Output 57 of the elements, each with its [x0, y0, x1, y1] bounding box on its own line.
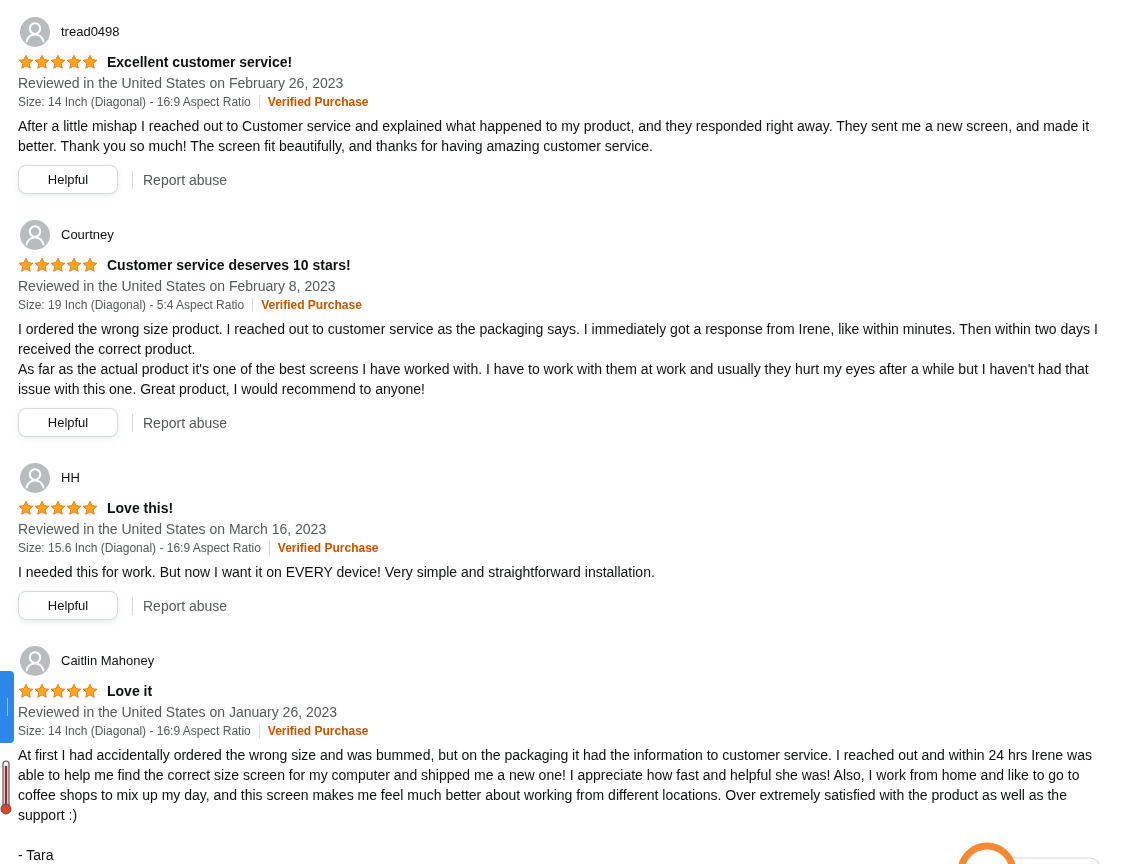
- review-date: Reviewed in the United States on January 26, 2023: [18, 703, 339, 722]
- variant-info: Size: 14 Inch (Diagonal) - 16:9 Aspect Ratio: [18, 94, 251, 111]
- reviewer-name: HH: [61, 469, 80, 487]
- star-icon: [18, 257, 34, 273]
- avatar-icon: [20, 17, 50, 47]
- star-icon: [50, 257, 66, 273]
- star-icon: [50, 500, 66, 516]
- verified-purchase-label: Verified Purchase: [277, 540, 379, 557]
- star-icon: [34, 500, 50, 516]
- review-title: Customer service deserves 10 stars!: [107, 256, 351, 274]
- star-icon: [82, 683, 98, 699]
- star-icon: [50, 54, 66, 70]
- star-icon: [66, 257, 82, 273]
- review-text: At first I had accidentally ordered the wrong size and was bummed, but on the packaging it had the information to customer service. I reached out and within 24 hrs Irene was able to help me find the correct size screen for my computer and shipped me a new one! I appreciate how fast and helpful she was! Also, I work from home and like to go to coffee shops to mix up my day, and this screen makes me feel much better about working from different locations. Over extremely satisfied with the product as well as the support :): [18, 746, 1093, 825]
- verified-purchase-label: Verified Purchase: [261, 297, 362, 314]
- star-icon: [50, 683, 66, 699]
- review-title: Love this!: [107, 499, 174, 517]
- reviewer-name: Courtney: [61, 226, 114, 244]
- review-date: Reviewed in the United States on March 16, 2023: [18, 520, 328, 539]
- star-icon: [66, 54, 82, 70]
- variant-info: Size: 19 Inch (Diagonal) - 5:4 Aspect Ratio: [18, 297, 245, 314]
- review-text: I needed this for work. But now I want it on EVERY device! Very simple and straightforward installation.: [18, 563, 656, 582]
- verified-purchase-label: Verified Purchase: [267, 94, 369, 111]
- star-icon: [66, 500, 82, 516]
- reviewer-name: Caitlin Mahoney: [61, 652, 155, 670]
- report-abuse-link[interactable]: Report abuse: [143, 595, 228, 616]
- star-icon: [18, 54, 34, 70]
- star-icon: [34, 683, 50, 699]
- verified-purchase-label: Verified Purchase: [267, 723, 369, 740]
- review-text: I ordered the wrong size product. I reached out to customer service as the packaging says. I immediately got a response from Irene, like within minutes. Then within two days I received the correct product. As far as the actual product it's one of the best screens I have worked with. I have to work with them at work and usually they hurt my eyes after a while but I haven't had that issue with this one. Great product, I would recommend to anyone!: [18, 320, 1099, 399]
- helpful-button[interactable]: Helpful: [18, 408, 118, 437]
- star-icon: [34, 54, 50, 70]
- star-icon: [66, 683, 82, 699]
- reviewer-name: tread0498: [61, 23, 120, 41]
- helpful-button[interactable]: Helpful: [18, 165, 118, 194]
- star-icon: [18, 683, 34, 699]
- report-abuse-link[interactable]: Report abuse: [143, 412, 228, 433]
- review-signature: - Tara: [18, 846, 54, 864]
- avatar-icon: [20, 463, 50, 493]
- star-icon: [82, 500, 98, 516]
- star-icon: [82, 257, 98, 273]
- review-text: After a little mishap I reached out to Customer service and explained what happened to my product, and they responded right away. They sent me a new screen, and made it better. Thank you so much! The screen fit beautifully, and thanks for having amazing customer service.: [18, 117, 1091, 156]
- variant-info: Size: 14 Inch (Diagonal) - 16:9 Aspect Ratio: [18, 723, 251, 740]
- avatar-icon: [20, 646, 50, 676]
- star-icon: [34, 257, 50, 273]
- star-icon: [82, 54, 98, 70]
- review-date: Reviewed in the United States on February 8, 2023: [18, 277, 337, 296]
- side-tab[interactable]: [0, 671, 14, 743]
- star-icon: [18, 500, 34, 516]
- variant-info: Size: 15.6 Inch (Diagonal) - 16:9 Aspect Ratio: [18, 540, 261, 557]
- floating-widget-icon[interactable]: [956, 842, 1102, 864]
- helpful-button[interactable]: Helpful: [18, 591, 118, 620]
- review-title: Excellent customer service!: [107, 53, 293, 71]
- review-date: Reviewed in the United States on February 26, 2023: [18, 74, 345, 93]
- review-title: Love it: [107, 682, 153, 700]
- avatar-icon: [20, 220, 50, 250]
- report-abuse-link[interactable]: Report abuse: [143, 169, 228, 190]
